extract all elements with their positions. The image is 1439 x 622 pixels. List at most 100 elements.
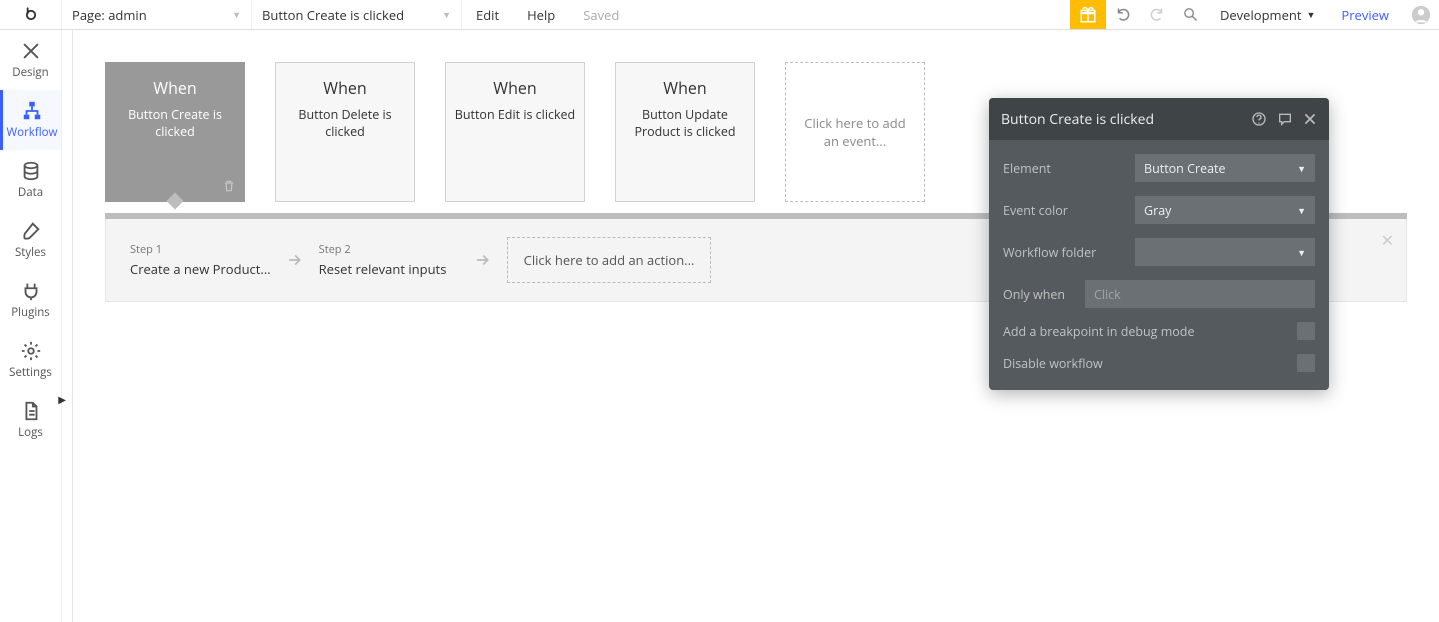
folder-label: Workflow folder [1003, 244, 1123, 261]
row-only-when: Only when [1003, 280, 1315, 308]
search-button[interactable] [1174, 0, 1208, 29]
top-menu: Edit Help Saved [462, 0, 633, 29]
caret-down-icon: ▼ [232, 8, 241, 21]
disable-label: Disable workflow [1003, 355, 1285, 372]
help-menu[interactable]: Help [513, 6, 569, 24]
page-selector-label: Page: admin [72, 6, 147, 24]
gift-button[interactable] [1070, 0, 1106, 29]
redo-button[interactable] [1140, 0, 1174, 29]
brush-icon [20, 220, 42, 242]
only-when-label: Only when [1003, 286, 1073, 303]
gift-icon [1079, 6, 1097, 24]
add-action-button[interactable]: Click here to add an action... [507, 237, 712, 283]
event-description: Button Delete is clicked [284, 107, 406, 141]
trash-icon[interactable] [222, 179, 236, 193]
tab-workflow[interactable]: Workflow [0, 90, 61, 150]
tab-styles[interactable]: Styles [0, 210, 61, 270]
caret-down-icon: ▼ [1297, 162, 1306, 175]
property-panel[interactable]: Button Create is clicked Element Button … [989, 98, 1329, 390]
tab-plugins-label: Plugins [11, 305, 50, 320]
tab-design[interactable]: Design [0, 30, 61, 90]
caret-down-icon: ▼ [1297, 204, 1306, 217]
step-number-label: Step 1 [130, 242, 271, 257]
tab-logs-label: Logs [18, 425, 43, 440]
panel-header[interactable]: Button Create is clicked [989, 98, 1329, 140]
panel-body: Element Button Create ▼ Event color Gray… [989, 140, 1329, 390]
color-dropdown[interactable]: Gray ▼ [1135, 196, 1315, 224]
disable-checkbox[interactable] [1297, 354, 1315, 372]
step-2[interactable]: Step 2 Reset relevant inputs [319, 242, 459, 278]
event-card-create[interactable]: When Button Create is clicked [105, 62, 245, 202]
page-selector[interactable]: Page: admin ▼ [62, 0, 252, 29]
caret-down-icon: ▼ [442, 8, 451, 21]
user-icon [1410, 4, 1432, 26]
folder-dropdown[interactable]: ▼ [1135, 238, 1315, 266]
expand-sidebar-icon[interactable]: ▶ [58, 392, 66, 406]
only-when-input[interactable] [1085, 280, 1315, 308]
arrow-right-icon [475, 252, 491, 268]
add-event-label: Click here to add an event... [802, 114, 908, 150]
event-when-label: When [114, 77, 236, 99]
database-icon [20, 160, 42, 182]
gear-icon [20, 340, 42, 362]
element-label: Element [1003, 160, 1123, 177]
event-description: Button Update Product is clicked [624, 107, 746, 141]
element-value: Button Create [1144, 160, 1226, 177]
tab-logs[interactable]: Logs [0, 390, 61, 450]
undo-button[interactable] [1106, 0, 1140, 29]
breakpoint-checkbox[interactable] [1297, 322, 1315, 340]
tab-plugins[interactable]: Plugins [0, 270, 61, 330]
tab-data-label: Data [18, 185, 43, 200]
tab-styles-label: Styles [15, 245, 46, 260]
close-icon[interactable] [1303, 112, 1317, 126]
event-card-delete[interactable]: When Button Delete is clicked [275, 62, 415, 202]
event-when-label: When [454, 77, 576, 99]
tab-data[interactable]: Data [0, 150, 61, 210]
panel-title: Button Create is clicked [1001, 110, 1241, 129]
spacer [633, 0, 1070, 29]
event-card-edit[interactable]: When Button Edit is clicked [445, 62, 585, 202]
left-sidebar: Design Workflow Data Styles Plugins Sett… [0, 30, 62, 622]
element-dropdown[interactable]: Button Create ▼ [1135, 154, 1315, 182]
saved-label: Saved [583, 6, 619, 24]
plug-icon [20, 280, 42, 302]
step-number-label: Step 2 [319, 242, 459, 257]
event-card-update[interactable]: When Button Update Product is clicked [615, 62, 755, 202]
redo-icon [1148, 6, 1166, 24]
version-label: Development [1220, 6, 1302, 24]
preview-button[interactable]: Preview [1327, 0, 1403, 29]
row-color: Event color Gray ▼ [1003, 196, 1315, 224]
workflow-selector-label: Button Create is clicked [262, 6, 404, 24]
add-action-label: Click here to add an action... [524, 251, 695, 269]
arrow-right-icon [287, 252, 303, 268]
event-description: Button Edit is clicked [454, 107, 576, 124]
help-icon[interactable] [1251, 111, 1267, 127]
search-icon [1182, 6, 1199, 23]
tab-workflow-label: Workflow [7, 125, 58, 140]
tab-settings[interactable]: Settings [0, 330, 61, 390]
undo-icon [1114, 6, 1132, 24]
row-disable: Disable workflow [1003, 354, 1315, 372]
step-1[interactable]: Step 1 Create a new Product... [130, 242, 271, 278]
tab-design-label: Design [12, 65, 48, 80]
topbar: Page: admin ▼ Button Create is clicked ▼… [0, 0, 1439, 30]
color-value: Gray [1144, 202, 1171, 219]
breakpoint-label: Add a breakpoint in debug mode [1003, 323, 1285, 340]
color-label: Event color [1003, 202, 1123, 219]
workflow-selector[interactable]: Button Create is clicked ▼ [252, 0, 462, 29]
row-folder: Workflow folder ▼ [1003, 238, 1315, 266]
comment-icon[interactable] [1277, 111, 1293, 127]
caret-down-icon: ▼ [1297, 246, 1306, 259]
bubble-logo [0, 0, 62, 29]
add-event-card[interactable]: Click here to add an event... [785, 62, 925, 202]
edit-label: Edit [476, 6, 499, 24]
tab-settings-label: Settings [9, 365, 52, 380]
saved-status: Saved [569, 6, 633, 24]
version-selector[interactable]: Development ▼ [1208, 0, 1327, 29]
account-button[interactable] [1403, 0, 1439, 29]
edit-menu[interactable]: Edit [462, 6, 513, 24]
row-breakpoint: Add a breakpoint in debug mode [1003, 322, 1315, 340]
step-title: Create a new Product... [130, 260, 271, 278]
close-steps-button[interactable]: ✕ [1381, 229, 1394, 251]
file-icon [20, 400, 42, 422]
